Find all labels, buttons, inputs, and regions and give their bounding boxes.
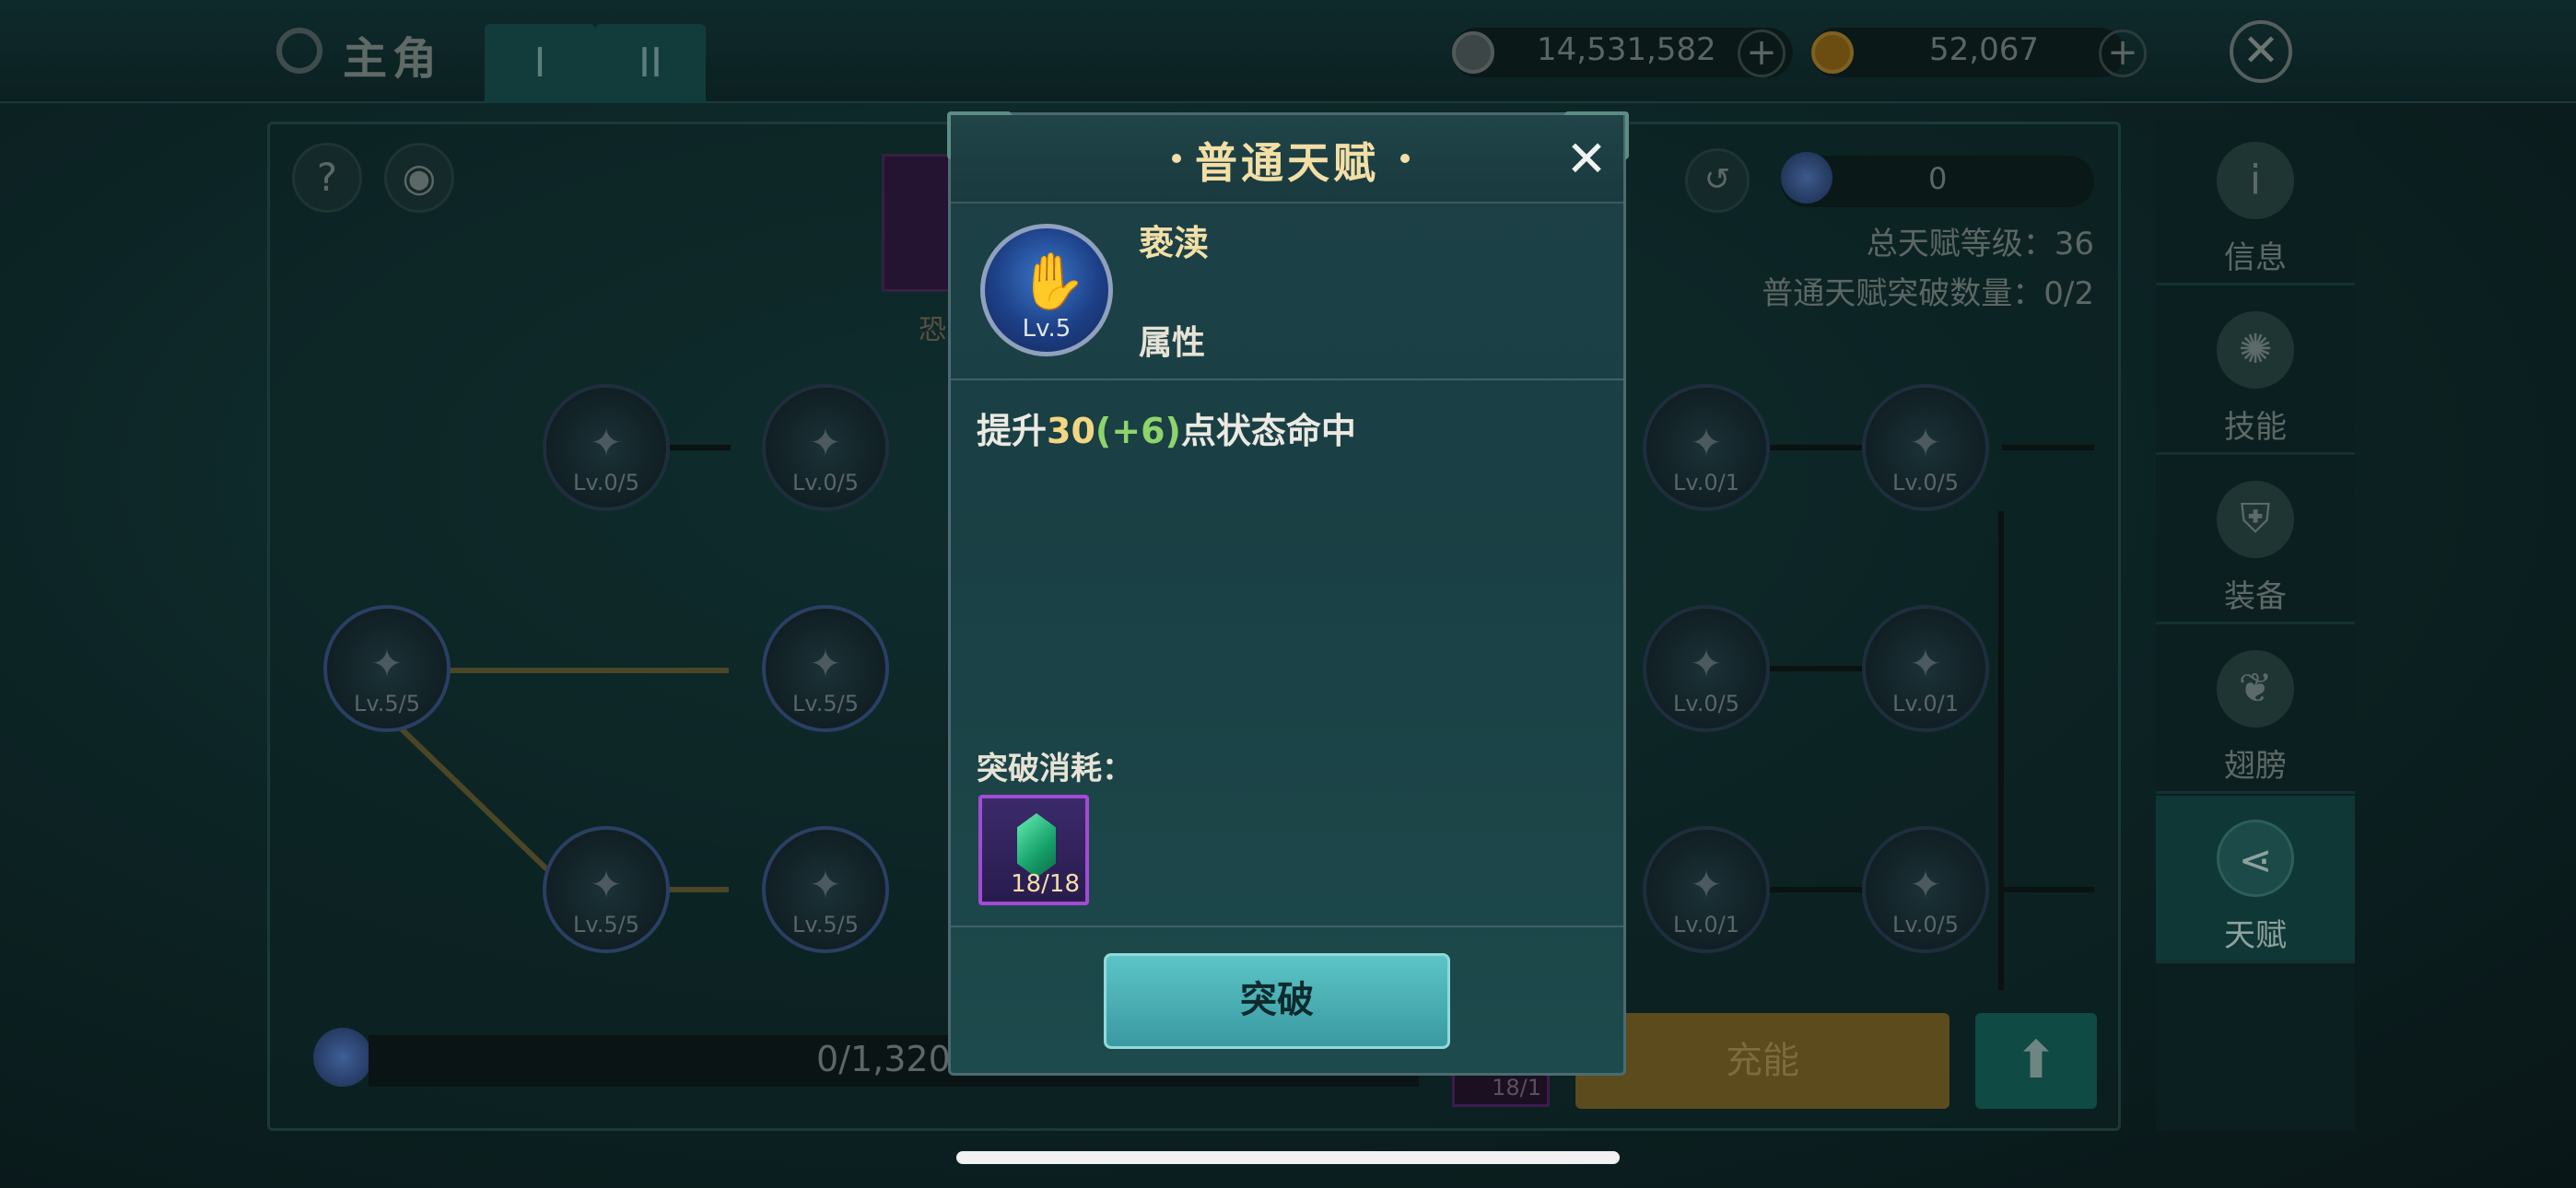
talent-orb-icon	[313, 1028, 372, 1087]
sidebar-item-wings[interactable]: ❦ 翅膀	[2156, 626, 2355, 794]
talent-node-level: Lv.0/5	[792, 470, 859, 495]
home-indicator[interactable]	[956, 1151, 1620, 1164]
character-wheel-icon	[276, 28, 322, 74]
talent-progress-text: 0/1,320	[816, 1039, 951, 1079]
desc-bonus: (+6)	[1095, 411, 1181, 451]
talent-node-level: Lv.5/5	[354, 691, 420, 716]
upgrade-arrow-button[interactable]: ⬆	[1975, 1013, 2097, 1109]
tab-page-2[interactable]: II	[595, 24, 706, 103]
talent-node[interactable]: ✦ Lv.0/5	[1862, 826, 1989, 953]
talent-gem-icon	[1781, 152, 1832, 204]
green-crystal-icon	[1017, 813, 1056, 878]
talent-node[interactable]: ✦ Lv.0/5	[762, 384, 889, 511]
talent-detail-dialog: 普通天赋 ✕ ✋ Lv.5 亵渎 属性 提升30(+6)点状态命中 突破消耗： …	[947, 111, 1629, 1076]
talent-node[interactable]: ✦ Lv.0/5	[1862, 384, 1989, 511]
sidebar-item-label: 天赋	[2224, 917, 2287, 954]
info-icon: i	[2217, 142, 2294, 219]
dialog-header: 普通天赋 ✕	[951, 115, 1623, 204]
break-through-button[interactable]: 突破	[1104, 953, 1450, 1049]
help-button[interactable]: ?	[292, 143, 362, 213]
talent-node-level: Lv.5/5	[573, 912, 639, 938]
talent-node[interactable]: ✦ Lv.0/5	[543, 384, 670, 511]
bg-talent-card	[882, 154, 955, 292]
corner-ornament	[1564, 111, 1629, 159]
title-ornament	[1400, 154, 1410, 163]
sidebar-item-talent[interactable]: ⋖ 天赋	[2156, 796, 2355, 963]
silver-coin-icon	[1452, 31, 1494, 74]
talent-node-level: Lv.0/1	[1892, 691, 1959, 716]
sidebar-item-label: 翅膀	[2224, 748, 2287, 785]
desc-value: 30	[1047, 411, 1095, 451]
gold-coin-icon	[1811, 31, 1854, 74]
top-bar: 主角 I II 14,531,582 + 52,067 + ✕	[0, 0, 2576, 103]
node-link	[2002, 887, 2094, 892]
silver-amount: 14,531,582	[1537, 31, 1716, 68]
add-silver-button[interactable]: +	[1738, 29, 1786, 77]
equipment-icon: ⛨	[2217, 481, 2294, 558]
divider	[951, 379, 1623, 380]
talent-node[interactable]: ✦ Lv.0/1	[1862, 605, 1989, 732]
sidebar-item-equipment[interactable]: ⛨ 装备	[2156, 457, 2355, 624]
break-cost-label: 突破消耗：	[977, 751, 1133, 787]
close-screen-button[interactable]: ✕	[2230, 20, 2292, 83]
page-title: 主角	[343, 33, 443, 85]
skill-icon: ✺	[2217, 311, 2294, 389]
desc-prefix: 提升	[977, 411, 1048, 451]
desc-suffix: 点状态命中	[1180, 411, 1356, 451]
talent-node[interactable]: ✦ Lv.5/5	[762, 605, 889, 732]
talent-hands-icon: ✋ Lv.5	[980, 224, 1113, 356]
sidebar-item-skill[interactable]: ✺ 技能	[2156, 287, 2355, 455]
talent-description: 提升30(+6)点状态命中	[977, 402, 1356, 453]
node-link	[2002, 445, 2094, 450]
sidebar-item-label: 技能	[2224, 409, 2287, 446]
eye-icon[interactable]: ◉	[384, 143, 454, 213]
talent-node-level: Lv.0/1	[1673, 912, 1739, 938]
add-gold-button[interactable]: +	[2099, 29, 2147, 77]
talent-name: 亵渎	[1139, 223, 1210, 263]
sidebar-item-label: 装备	[2224, 578, 2287, 615]
wings-icon: ❦	[2217, 650, 2294, 728]
dialog-title: 普通天赋	[1195, 138, 1379, 188]
sidebar-item-label: 信息	[2224, 239, 2287, 276]
sidebar-item-info[interactable]: i 信息	[2156, 118, 2355, 285]
talent-node[interactable]: ✦ Lv.0/1	[1643, 384, 1770, 511]
talent-node-level: Lv.5/5	[792, 912, 859, 938]
bg-talent-label: 恐	[919, 314, 946, 346]
talent-type: 属性	[1139, 324, 1206, 362]
talent-node-level: Lv.0/5	[1892, 912, 1959, 938]
talent-share-icon: ⋖	[2217, 820, 2294, 897]
talent-node-level: Lv.5/5	[792, 691, 859, 716]
talent-node[interactable]: ✦ Lv.0/1	[1643, 826, 1770, 953]
talent-level: Lv.5	[1022, 315, 1071, 343]
charge-button[interactable]: 充能	[1575, 1013, 1950, 1109]
divider	[951, 926, 1623, 927]
corner-ornament	[947, 111, 1012, 159]
talent-node-level: Lv.0/5	[1892, 470, 1959, 495]
talent-node[interactable]: ✦ Lv.5/5	[323, 605, 451, 732]
tab-page-1[interactable]: I	[485, 24, 595, 103]
right-sidebar: i 信息 ✺ 技能 ⛨ 装备 ❦ 翅膀 ⋖ 天赋	[2156, 118, 2355, 1131]
break-cost-count: 18/18	[1011, 870, 1080, 898]
talent-node[interactable]: ✦ Lv.5/5	[762, 826, 889, 953]
node-link	[385, 714, 549, 872]
gold-amount: 52,067	[1929, 31, 2039, 68]
node-link	[1998, 511, 2004, 990]
talent-node[interactable]: ✦ Lv.0/5	[1643, 605, 1770, 732]
talent-node-level: Lv.0/1	[1673, 470, 1739, 495]
talent-node-level: Lv.0/5	[1673, 691, 1739, 716]
reset-icon[interactable]: ↺	[1685, 148, 1750, 213]
hands-glyph: ✋	[1018, 250, 1087, 314]
game-screen: 主角 I II 14,531,582 + 52,067 + ✕ ? ◉ 恐 ↺ …	[0, 0, 2576, 1188]
talent-gem-value: 0	[1928, 161, 1948, 196]
talent-node[interactable]: ✦ Lv.5/5	[543, 826, 670, 953]
break-cost-item[interactable]: 18/18	[978, 795, 1089, 905]
talent-node-level: Lv.0/5	[573, 470, 639, 495]
